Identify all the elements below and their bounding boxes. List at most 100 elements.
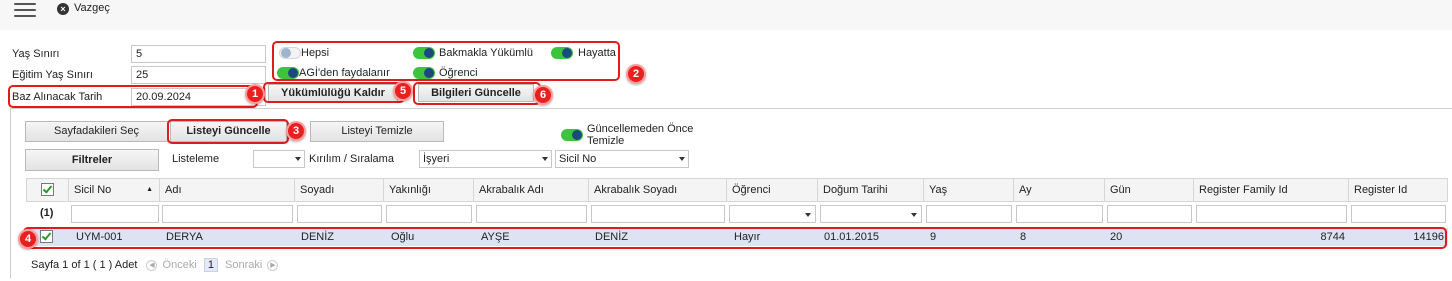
filter-ay[interactable] <box>1016 205 1103 223</box>
cell-sicil: UYM-001 <box>76 231 123 243</box>
cell-yas: 9 <box>930 231 937 243</box>
listing-select[interactable] <box>253 150 305 168</box>
step-badge-1: 1 <box>245 84 265 104</box>
filter-row: (1) <box>26 202 1448 226</box>
update-info-button[interactable]: Bilgileri Güncelle <box>418 84 534 102</box>
breakdown-label: Kırılım / Sıralama <box>309 153 394 165</box>
base-date-label: Baz Alınacak Tarih <box>12 91 103 103</box>
table-row[interactable]: UYM-001 DERYA DENİZ Oğlu AYŞE DENİZ Hayı… <box>26 228 1448 246</box>
cell-dogum-tarihi: 01.01.2015 <box>824 231 880 243</box>
select-page-button[interactable]: Sayfadakileri Seç <box>25 121 168 142</box>
filters-button[interactable]: Filtreler <box>25 149 159 171</box>
filter-soyadi[interactable] <box>297 205 382 223</box>
toggle-agi-label: AGİ'den faydalanır <box>299 67 390 79</box>
age-limit-label: Yaş Sınırı <box>12 48 60 60</box>
sort-select[interactable]: Sicil No <box>555 150 689 168</box>
chevron-down-icon <box>805 213 811 217</box>
col-header-soyadi[interactable]: Soyadı <box>295 178 384 202</box>
col-header-label: Register Family Id <box>1199 184 1288 196</box>
filter-yakinligi[interactable] <box>386 205 472 223</box>
filter-adi[interactable] <box>162 205 293 223</box>
close-icon[interactable]: × <box>57 3 69 15</box>
filter-sicil[interactable] <box>71 205 159 223</box>
col-header-akrabalik-adi[interactable]: Akrabalık Adı <box>474 178 589 202</box>
col-header-dogum-tarihi[interactable]: Doğum Tarihi <box>818 178 924 202</box>
current-page[interactable]: 1 <box>203 258 218 272</box>
col-header-label: Sicil No <box>74 184 112 196</box>
chevron-right-icon[interactable]: ▶ <box>267 259 279 271</box>
col-header-akrabalik-soyadi[interactable]: Akrabalık Soyadı <box>589 178 727 202</box>
clear-list-button[interactable]: Listeyi Temizle <box>310 121 444 142</box>
col-header-register-id[interactable]: Register Id <box>1349 178 1448 202</box>
menu-icon[interactable] <box>14 3 36 19</box>
filter-dogum-tarihi[interactable] <box>820 205 922 223</box>
col-header-ay[interactable]: Ay <box>1014 178 1105 202</box>
toggle-ogrenci[interactable] <box>413 67 435 79</box>
cell-ay: 8 <box>1020 231 1027 243</box>
toggle-hayatta-label: Hayatta <box>578 47 616 59</box>
col-header-register-family-id[interactable]: Register Family Id <box>1194 178 1349 202</box>
filter-akrabalik-soyadi[interactable] <box>591 205 725 223</box>
remove-obligation-button[interactable]: Yükümlülüğü Kaldır <box>268 84 398 102</box>
col-header-sicil[interactable]: Sicil No ▲ <box>69 178 160 202</box>
edu-age-limit-input[interactable]: 25 <box>131 66 266 84</box>
col-header-label: Doğum Tarihi <box>823 184 888 196</box>
cell-adi: DERYA <box>166 231 203 243</box>
row-checkbox[interactable] <box>40 230 53 243</box>
next-page-button[interactable]: Sonraki <box>225 259 262 271</box>
cell-register-id: 14196 <box>1413 231 1444 243</box>
col-header-gun[interactable]: Gün <box>1105 178 1194 202</box>
filter-akrabalik-adi[interactable] <box>476 205 587 223</box>
col-header-label: Öğrenci <box>732 184 771 196</box>
breakdown-select[interactable]: İşyeri <box>419 150 552 168</box>
chevron-left-icon[interactable]: ◀ <box>146 259 158 271</box>
toggle-hayatta[interactable] <box>551 47 573 59</box>
step-badge-6: 6 <box>533 85 553 105</box>
chevron-down-icon <box>911 213 917 217</box>
toggle-agi[interactable] <box>277 67 299 79</box>
select-all-header[interactable] <box>26 178 69 202</box>
filter-register-family-id[interactable] <box>1196 205 1347 223</box>
toggle-clear-before-update[interactable] <box>561 129 583 141</box>
toggle-hepsi[interactable] <box>279 47 301 59</box>
col-header-label: Yakınlığı <box>389 184 431 196</box>
update-list-button[interactable]: Listeyi Güncelle <box>170 121 287 142</box>
step-badge-2: 2 <box>626 64 646 84</box>
cell-ogrenci: Hayır <box>734 231 761 243</box>
col-header-yas[interactable]: Yaş <box>924 178 1014 202</box>
prev-page-button[interactable]: Önceki <box>163 259 197 271</box>
cell-akrabalik-adi: AYŞE <box>481 231 510 243</box>
col-header-label: Soyadı <box>300 184 335 196</box>
pager-summary: Sayfa 1 of 1 ( 1 ) Adet <box>31 259 138 271</box>
clear-before-update-label: Güncellemeden Önce Temizle <box>587 123 694 147</box>
col-header-label: Akrabalık Adı <box>479 184 544 196</box>
chevron-down-icon <box>679 157 685 161</box>
top-bar <box>0 0 1452 30</box>
step-badge-5: 5 <box>393 81 413 101</box>
col-header-label: Akrabalık Soyadı <box>594 184 678 196</box>
age-limit-input[interactable]: 5 <box>131 45 266 63</box>
col-header-ogrenci[interactable]: Öğrenci <box>727 178 818 202</box>
toggle-bakmakla-label: Bakmakla Yükümlü <box>439 47 533 59</box>
cell-gun: 20 <box>1110 231 1123 243</box>
toggle-ogrenci-label: Öğrenci <box>439 67 478 79</box>
cell-soyadi: DENİZ <box>301 231 334 243</box>
cell-register-family-id: 8744 <box>1320 231 1345 243</box>
cell-akrabalik-soyadi: DENİZ <box>595 231 628 243</box>
step-badge-4: 4 <box>18 229 38 249</box>
col-header-yakinligi[interactable]: Yakınlığı <box>384 178 474 202</box>
col-header-label: Gün <box>1110 184 1131 196</box>
filter-gun[interactable] <box>1107 205 1192 223</box>
col-header-label: Ay <box>1019 184 1032 196</box>
sort-select-value: Sicil No <box>559 153 597 165</box>
cancel-button[interactable]: Vazgeç <box>74 2 110 14</box>
select-all-checkbox[interactable] <box>41 183 54 196</box>
filter-ogrenci[interactable] <box>729 205 816 223</box>
sort-asc-icon: ▲ <box>146 186 153 193</box>
edu-age-limit-label: Eğitim Yaş Sınırı <box>12 69 93 81</box>
filter-yas[interactable] <box>926 205 1012 223</box>
toggle-bakmakla[interactable] <box>413 47 435 59</box>
col-header-adi[interactable]: Adı <box>160 178 295 202</box>
filter-register-id[interactable] <box>1351 205 1446 223</box>
col-header-label: Adı <box>165 184 182 196</box>
